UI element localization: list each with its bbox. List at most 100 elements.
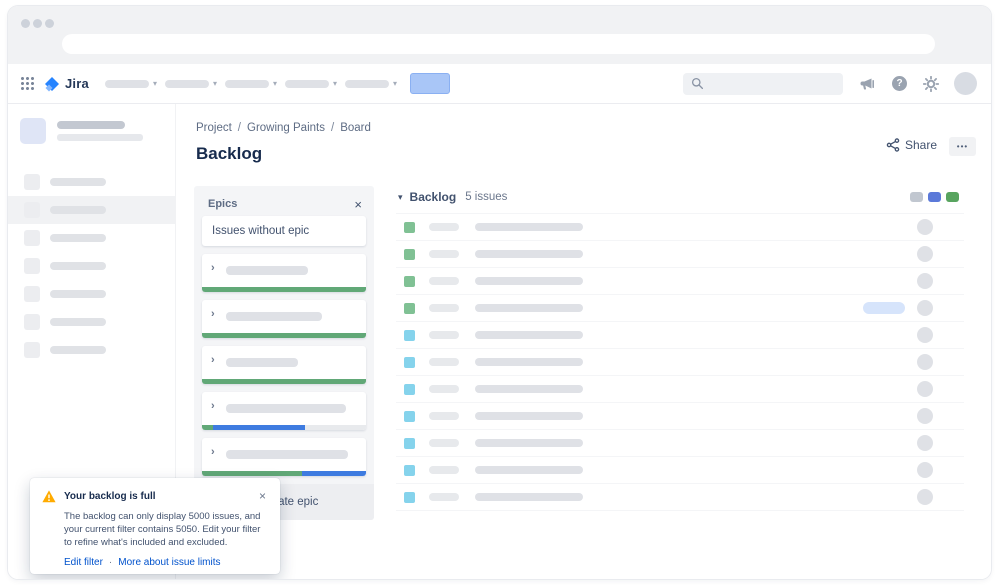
close-icon[interactable]: × — [354, 198, 362, 211]
window-control-dot[interactable] — [21, 19, 30, 28]
row-right-group — [917, 489, 933, 505]
chevron-right-icon[interactable]: › — [211, 263, 215, 274]
assignee-avatar[interactable] — [917, 273, 933, 289]
epics-panel-title: Epics — [208, 198, 238, 210]
assignee-avatar[interactable] — [917, 327, 933, 343]
assignee-avatar[interactable] — [917, 435, 933, 451]
close-icon[interactable]: × — [259, 490, 266, 502]
sidebar-item-skeleton[interactable] — [8, 224, 175, 252]
sidebar-item-skeleton[interactable] — [8, 308, 175, 336]
chevron-right-icon[interactable]: › — [211, 401, 215, 412]
breadcrumb-project[interactable]: Project — [196, 122, 232, 134]
backlog-issue-row[interactable] — [396, 349, 964, 376]
help-icon[interactable]: ? — [892, 76, 907, 91]
assignee-avatar[interactable] — [917, 219, 933, 235]
app-switcher-icon[interactable] — [20, 76, 35, 91]
task-type-icon — [404, 464, 415, 476]
breadcrumb-project-name[interactable]: Growing Paints — [247, 122, 325, 134]
story-type-icon — [404, 221, 415, 233]
nav-menu-item-skeleton[interactable]: ▾ — [164, 78, 217, 88]
jira-mark-icon — [45, 76, 59, 91]
chevron-down-icon[interactable]: ▾ — [398, 192, 403, 203]
sidebar-item-skeleton[interactable] — [8, 252, 175, 280]
epic-card[interactable]: › — [202, 346, 366, 384]
nav-menu-item-skeleton[interactable]: ▾ — [284, 79, 337, 88]
assignee-avatar[interactable] — [917, 354, 933, 370]
flag-title: Your backlog is full — [64, 491, 156, 502]
backlog-issue-row[interactable] — [396, 403, 964, 430]
backlog-issue-row[interactable] — [396, 376, 964, 403]
share-button[interactable]: Share — [886, 138, 937, 152]
row-right-group — [917, 354, 933, 370]
assignee-avatar[interactable] — [917, 246, 933, 262]
backlog-issue-row[interactable] — [396, 322, 964, 349]
epic-card[interactable]: › — [202, 254, 366, 292]
create-button-skeleton[interactable] — [410, 73, 451, 94]
nav-label-skeleton — [224, 79, 269, 88]
nav-menu-item-skeleton[interactable]: ▾ — [345, 79, 397, 88]
row-right-group — [917, 273, 933, 289]
progress-segment-green — [202, 425, 214, 430]
epic-card[interactable]: › — [202, 300, 366, 338]
backlog-issue-row[interactable] — [396, 484, 964, 511]
task-type-icon — [404, 329, 415, 341]
epic-progress-bar — [202, 425, 366, 430]
backlog-issue-row[interactable] — [396, 457, 964, 484]
issue-key-skeleton — [429, 493, 459, 501]
status-pill-gray — [910, 192, 923, 202]
assignee-avatar[interactable] — [917, 381, 933, 397]
row-right-group — [917, 381, 933, 397]
epic-name-skeleton — [226, 404, 346, 413]
window-control-dot[interactable] — [33, 19, 42, 28]
chevron-right-icon[interactable]: › — [211, 447, 215, 458]
issue-summary-skeleton — [475, 277, 583, 285]
sidebar-item-icon-skeleton — [24, 258, 40, 274]
backlog-issue-row[interactable] — [396, 295, 964, 322]
task-type-icon — [404, 491, 415, 503]
chevron-down-icon: ▾ — [212, 78, 217, 88]
chevron-right-icon[interactable]: › — [211, 309, 215, 320]
assignee-avatar[interactable] — [917, 300, 933, 316]
jira-logo[interactable]: Jira — [44, 76, 89, 92]
issue-summary-skeleton — [475, 466, 583, 474]
assignee-avatar[interactable] — [917, 462, 933, 478]
sidebar-item-skeleton[interactable] — [8, 168, 175, 196]
issue-limits-link[interactable]: More about issue limits — [118, 557, 220, 568]
backlog-issue-row[interactable] — [396, 214, 964, 241]
project-name-skeleton — [57, 121, 125, 129]
epic-progress-bar — [202, 379, 366, 384]
assignee-avatar[interactable] — [917, 408, 933, 424]
backlog-issue-count: 5 issues — [465, 191, 508, 203]
issue-summary-skeleton — [475, 412, 583, 420]
sidebar-item-label-skeleton — [50, 318, 106, 326]
epic-card[interactable]: › — [202, 392, 366, 430]
nav-menu-item-skeleton[interactable]: ▾ — [224, 79, 277, 88]
nav-menu-item-skeleton[interactable]: ▾ — [104, 79, 157, 88]
issue-summary-skeleton — [475, 331, 583, 339]
window-control-dot[interactable] — [45, 19, 54, 28]
epic-name-skeleton — [226, 266, 308, 275]
issues-without-epic-item[interactable]: Issues without epic — [202, 216, 366, 246]
breadcrumb-board[interactable]: Board — [340, 122, 371, 134]
issue-key-skeleton — [429, 223, 459, 231]
search-input[interactable] — [683, 72, 843, 95]
chevron-right-icon[interactable]: › — [211, 355, 215, 366]
profile-avatar[interactable] — [954, 72, 977, 95]
announcement-icon[interactable] — [858, 75, 876, 93]
backlog-issue-row[interactable] — [396, 241, 964, 268]
task-type-icon — [404, 383, 415, 395]
sidebar-item-skeleton[interactable] — [8, 196, 175, 224]
assignee-avatar[interactable] — [917, 489, 933, 505]
sidebar-item-skeleton[interactable] — [8, 336, 175, 364]
task-type-icon — [404, 410, 415, 422]
backlog-issue-row[interactable] — [396, 268, 964, 295]
address-bar[interactable] — [62, 34, 935, 54]
backlog-issue-row[interactable] — [396, 430, 964, 457]
warning-icon — [42, 490, 56, 503]
edit-filter-link[interactable]: Edit filter — [64, 557, 103, 568]
settings-icon[interactable] — [922, 75, 940, 93]
sidebar-item-skeleton[interactable] — [8, 280, 175, 308]
epics-panel-header: Epics × — [202, 192, 366, 216]
epic-card[interactable]: › — [202, 438, 366, 476]
more-actions-button[interactable]: ••• — [949, 137, 976, 156]
